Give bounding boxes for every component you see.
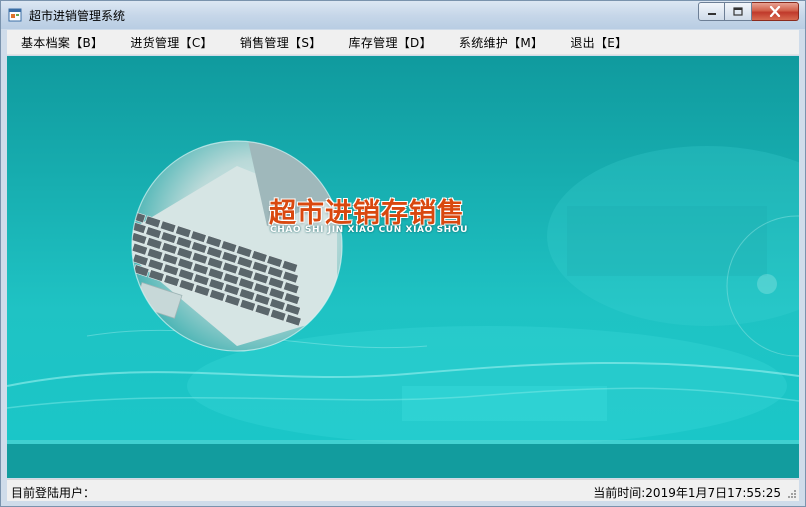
minimize-icon xyxy=(707,12,716,15)
current-time-label: 当前时间:2019年1月7日17:55:25 xyxy=(593,486,781,500)
menu-item-purchase[interactable]: 进货管理【C】 xyxy=(116,34,225,51)
menu-item-inventory[interactable]: 库存管理【D】 xyxy=(335,34,445,51)
menu-item-sales[interactable]: 销售管理【S】 xyxy=(226,34,335,51)
resize-grip-icon[interactable] xyxy=(787,489,797,499)
banner-area: 超市进销存销售 CHAO SHI JIN XIAO CUN XIAO SHOU xyxy=(7,56,799,478)
menu-bar: 基本档案【B】 进货管理【C】 销售管理【S】 库存管理【D】 系统维护【M】 … xyxy=(7,30,799,55)
current-user-label: 目前登陆用户： xyxy=(11,486,96,500)
window-title: 超市进销管理系统 xyxy=(29,9,126,23)
main-window: 超市进销管理系统 基本档案【B】 进货管理【C】 销售管理【S】 库存管理【D】… xyxy=(0,0,806,507)
close-button[interactable] xyxy=(752,2,799,21)
maximize-button[interactable] xyxy=(725,2,752,21)
maximize-icon xyxy=(733,7,743,16)
menu-item-system-maintenance[interactable]: 系统维护【M】 xyxy=(445,34,556,51)
menu-item-basic-records[interactable]: 基本档案【B】 xyxy=(7,34,116,51)
banner-subtitle: CHAO SHI JIN XIAO CUN XIAO SHOU xyxy=(270,225,468,235)
banner-illustration xyxy=(7,140,799,478)
status-bar: 目前登陆用户： 当前时间:2019年1月7日17:55:25 xyxy=(7,479,799,501)
menu-item-exit[interactable]: 退出【E】 xyxy=(556,34,640,51)
app-window-icon xyxy=(8,8,22,22)
minimize-button[interactable] xyxy=(698,2,725,21)
close-icon xyxy=(769,6,781,17)
title-bar[interactable]: 超市进销管理系统 xyxy=(1,1,805,29)
